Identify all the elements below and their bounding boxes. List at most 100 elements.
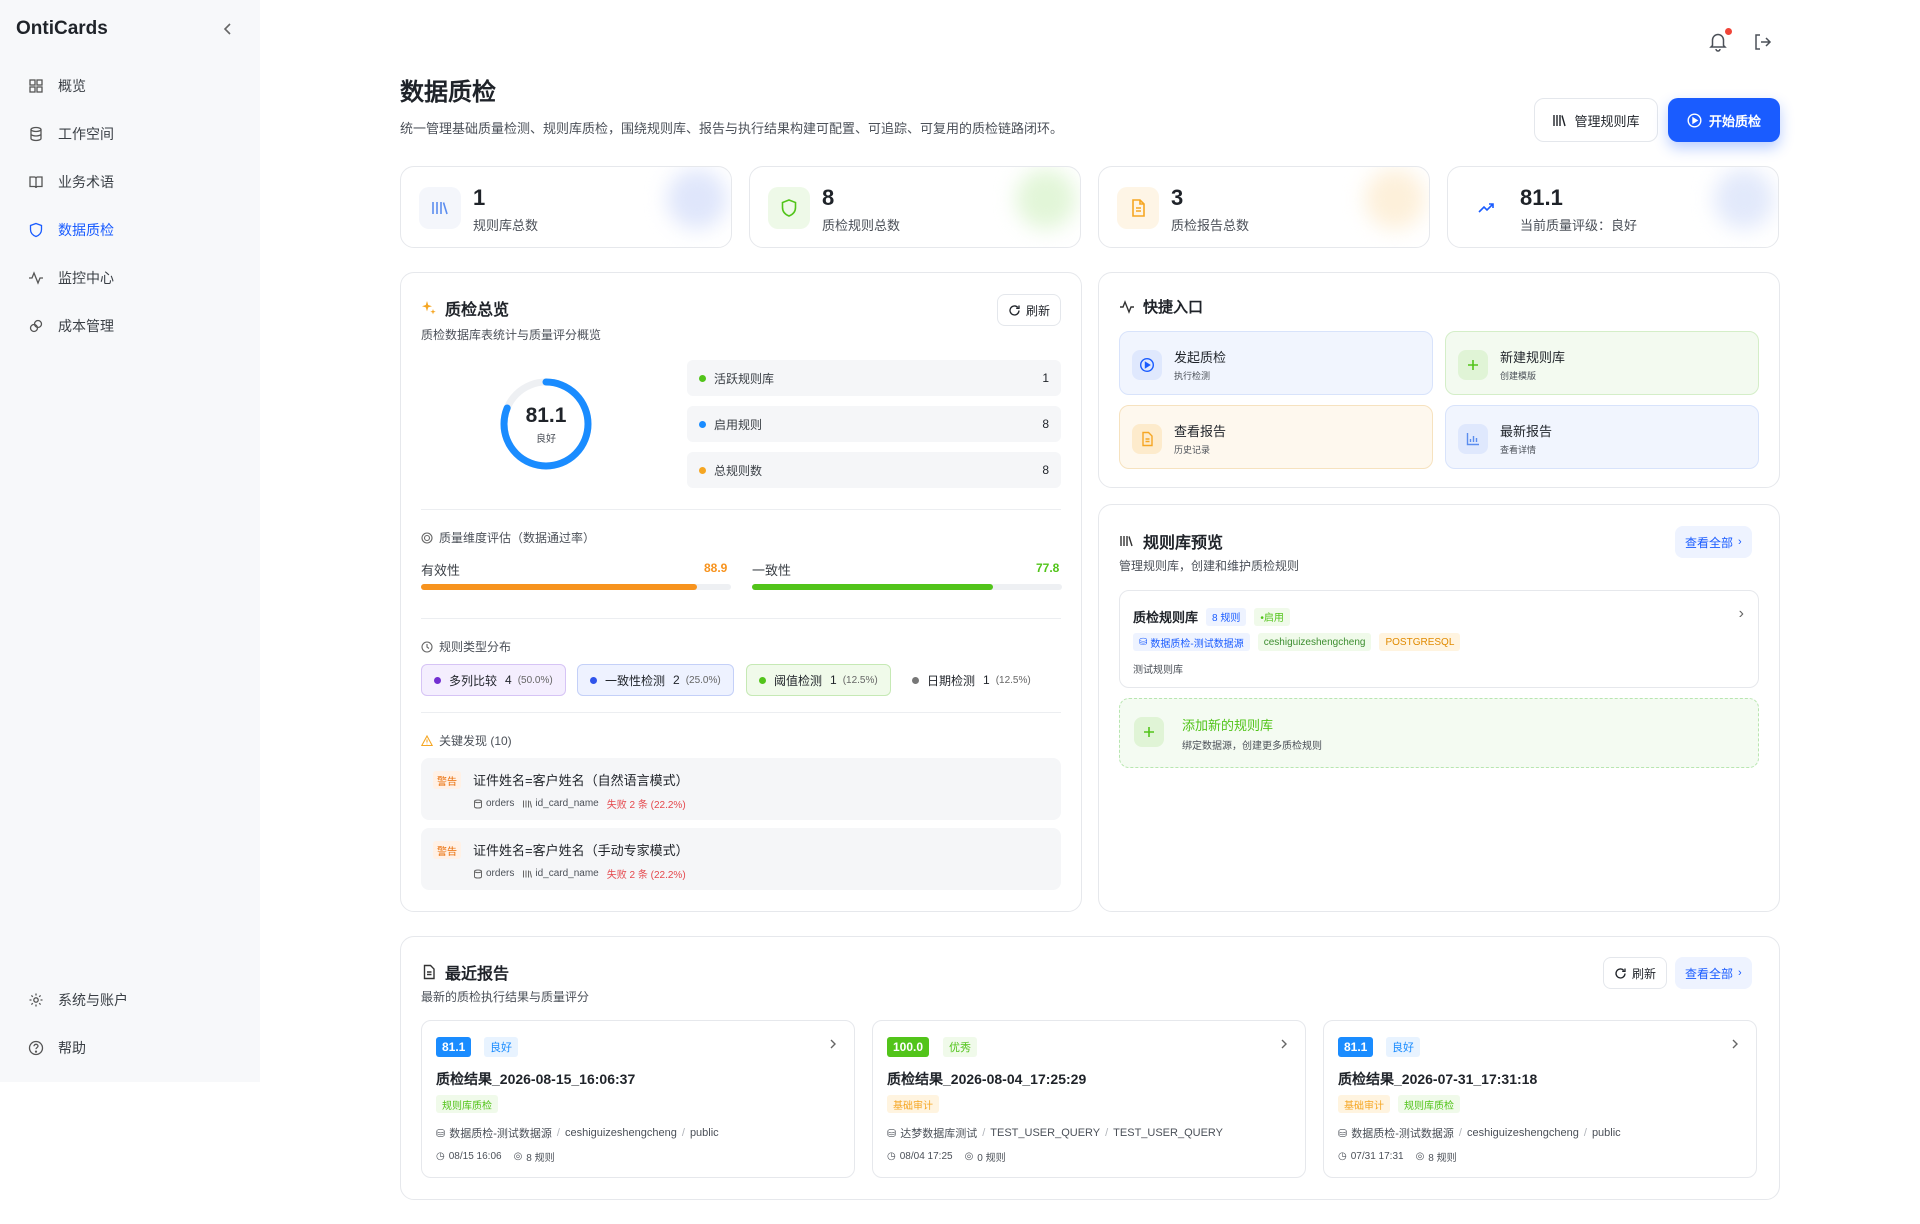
bar-chart-icon <box>1458 424 1488 454</box>
reports-refresh-button[interactable]: 刷新 <box>1603 957 1668 989</box>
dimension-heading-text: 质量维度评估（数据通过率） <box>439 531 596 545</box>
manage-rule-library-button[interactable]: 管理规则库 <box>1534 98 1658 142</box>
rule-type-chip[interactable]: 多列比较 4 (50.0%) <box>421 664 566 696</box>
report-time: ◷ 08/04 17:25 ◎ 0 规则 <box>887 1149 1006 1164</box>
quick-item-title: 最新报告 <box>1500 424 1553 439</box>
quick-latest-report[interactable]: 最新报告 查看详情 <box>1445 405 1759 469</box>
report-card[interactable]: 81.1 良好 质检结果_2026-08-15_16:06:37 规则库质检 ⛁… <box>421 1020 855 1178</box>
quick-entry-title: 快捷入口 <box>1119 296 1203 317</box>
report-timestamp: 08/15 16:06 <box>448 1151 502 1162</box>
column-icon <box>522 799 533 809</box>
chip-label: 一致性检测 <box>605 673 666 688</box>
chevron-right-icon: › <box>1738 967 1742 979</box>
sidebar-item-label: 数据质检 <box>58 222 114 238</box>
clock-icon <box>421 640 433 653</box>
check-circle-icon: ◎ <box>513 1151 523 1162</box>
findings-heading: 关键发现 (10) <box>421 732 512 749</box>
chip-count: 2 <box>673 673 680 687</box>
quick-view-reports[interactable]: 查看报告 历史记录 <box>1119 405 1433 469</box>
database-icon: ⛁ <box>1338 1127 1348 1140</box>
sidebar-item-monitor[interactable]: 监控中心 <box>16 254 244 302</box>
report-card[interactable]: 81.1 良好 质检结果_2026-07-31_17:31:18 基础审计 规则… <box>1323 1020 1757 1178</box>
divider <box>421 712 1061 713</box>
sidebar-item-workspace[interactable]: 工作空间 <box>16 110 244 158</box>
report-database: ceshiguizeshengcheng <box>564 1127 677 1139</box>
sidebar-item-overview[interactable]: 概览 <box>16 62 244 110</box>
finding-item[interactable]: 警告 证件姓名=客户姓名（自然语言模式） orders id_card_name… <box>421 758 1061 820</box>
finding-item[interactable]: 警告 证件姓名=客户姓名（手动专家模式） orders id_card_name… <box>421 828 1061 890</box>
logout-icon[interactable] <box>1751 31 1773 53</box>
findings-heading-text: 关键发现 (10) <box>439 734 512 748</box>
report-tags: 规则库质检 <box>436 1095 498 1113</box>
shield-icon <box>768 187 810 229</box>
sidebar-item-cost[interactable]: 成本管理 <box>16 302 244 350</box>
metric-value: 8 <box>1042 417 1049 431</box>
quality-score-label: 良好 <box>536 434 556 445</box>
report-tags: 基础审计 <box>887 1095 939 1113</box>
clock-icon: ◷ <box>1338 1151 1347 1162</box>
overview-refresh-label: 刷新 <box>1026 303 1051 318</box>
sidebar-item-glossary[interactable]: 业务术语 <box>16 158 244 206</box>
report-card[interactable]: 100.0 优秀 质检结果_2026-08-04_17:25:29 基础审计 ⛁… <box>872 1020 1306 1178</box>
card-glow <box>1016 169 1076 229</box>
help-icon <box>28 1040 44 1056</box>
rule-type-chip[interactable]: 一致性检测 2 (25.0%) <box>577 664 734 696</box>
chip-dot <box>759 676 766 684</box>
refresh-icon <box>1008 304 1021 317</box>
stat-label: 质检报告总数 <box>1171 218 1250 233</box>
library-item-tags: ⛁ 数据质检-测试数据源 ceshiguizeshengcheng POSTGRE… <box>1133 633 1461 651</box>
divider <box>421 618 1061 619</box>
clock-icon: ◷ <box>887 1151 896 1162</box>
brand-logo: OntiCards <box>16 18 108 39</box>
overview-title-text: 质检总览 <box>445 302 510 319</box>
sidebar-item-settings[interactable]: 系统与账户 <box>16 976 244 1024</box>
report-score-badge: 100.0 <box>887 1037 930 1057</box>
chip-count: 4 <box>505 673 512 687</box>
quick-new-library[interactable]: 新建规则库 创建模版 <box>1445 331 1759 395</box>
report-timestamp: 07/31 17:31 <box>1350 1151 1404 1162</box>
datasource-tag: ⛁ 数据质检-测试数据源 <box>1133 633 1250 651</box>
card-glow <box>1365 169 1425 229</box>
metric-value: 8 <box>1042 463 1049 477</box>
sidebar-item-label: 系统与账户 <box>58 992 128 1008</box>
add-library-button[interactable]: 添加新的规则库 绑定数据源，创建更多质检规则 <box>1119 698 1759 768</box>
reports-view-all-button[interactable]: 查看全部 › <box>1675 957 1752 989</box>
quick-start-inspection[interactable]: 发起质检 执行检测 <box>1119 331 1433 395</box>
dimension-label: 一致性 <box>752 563 792 578</box>
report-tag: 基础审计 <box>1338 1095 1390 1113</box>
metric-enabled-rules: 启用规则 8 <box>687 406 1061 442</box>
stat-value: 3 <box>1171 185 1184 210</box>
finding-column: id_card_name <box>535 798 599 809</box>
report-schema: public <box>689 1127 719 1139</box>
sidebar-item-help[interactable]: 帮助 <box>16 1024 244 1072</box>
warning-badge: 警告 <box>433 841 461 859</box>
quick-item-title: 发起质检 <box>1174 350 1227 365</box>
rule-type-chip[interactable]: 日期检测 1 (12.5%) <box>900 664 1043 696</box>
database-icon <box>473 869 483 879</box>
dimension-value: 77.8 <box>1036 561 1060 575</box>
database-icon <box>473 799 483 809</box>
rule-type-chip[interactable]: 阈值检测 1 (12.5%) <box>746 664 891 696</box>
dimension-bar-track <box>421 584 731 590</box>
database-icon: ⛁ <box>436 1127 446 1140</box>
library-icon <box>419 187 461 229</box>
gear-icon <box>28 992 44 1008</box>
collapse-sidebar-icon[interactable] <box>218 19 238 39</box>
reports-refresh-label: 刷新 <box>1632 966 1657 981</box>
warning-badge: 警告 <box>433 771 461 789</box>
recent-reports-subtitle: 最新的质检执行结果与质量评分 <box>421 990 590 1004</box>
quick-item-title: 查看报告 <box>1174 424 1227 439</box>
dimension-heading: 质量维度评估（数据通过率） <box>421 529 595 546</box>
start-inspection-button[interactable]: 开始质检 <box>1668 98 1780 142</box>
chevron-right-icon: › <box>1738 605 1744 622</box>
check-circle-icon: ◎ <box>964 1151 974 1162</box>
chip-percent: (12.5%) <box>842 674 878 686</box>
refresh-icon <box>1614 967 1627 980</box>
report-schema: TEST_USER_QUERY <box>1113 1127 1223 1139</box>
finding-meta: orders id_card_name 失败 2 条 (22.2%) <box>473 796 686 811</box>
report-name: 质检结果_2026-08-15_16:06:37 <box>436 1071 636 1087</box>
library-item[interactable]: 质检规则库 8 规则 •启用 › ⛁ 数据质检-测试数据源 ceshiguizes… <box>1119 590 1759 688</box>
library-view-all-button[interactable]: 查看全部 › <box>1675 526 1752 558</box>
sidebar-item-quality[interactable]: 数据质检 <box>16 206 244 254</box>
overview-refresh-button[interactable]: 刷新 <box>997 294 1062 326</box>
